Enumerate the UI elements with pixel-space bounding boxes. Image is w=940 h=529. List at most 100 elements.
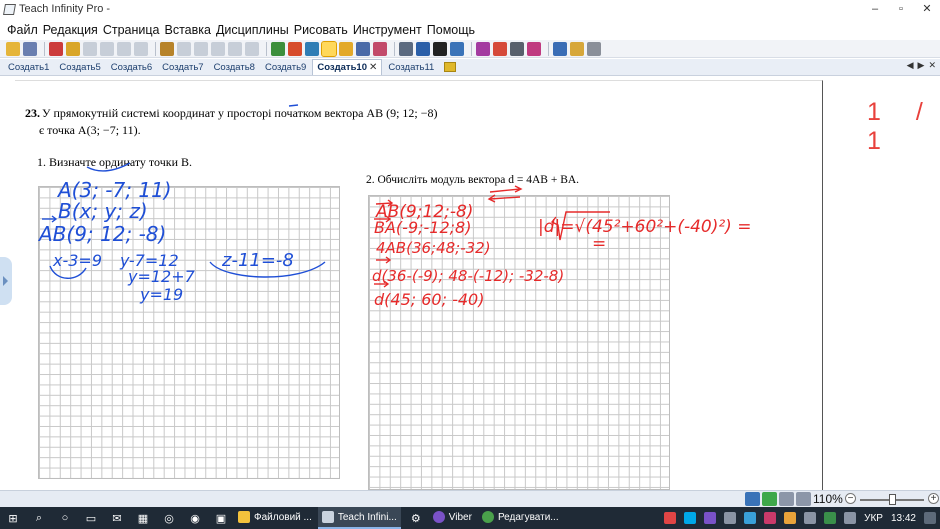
ruler-icon[interactable] xyxy=(510,41,524,56)
chrome-icon[interactable]: ◉ xyxy=(187,510,203,526)
tray-app-icon[interactable] xyxy=(664,512,677,524)
menu-edit[interactable]: Редакция xyxy=(43,23,98,37)
menu-draw[interactable]: Рисовать xyxy=(294,23,348,37)
text-icon[interactable] xyxy=(433,41,447,56)
menu-page[interactable]: Страница xyxy=(103,23,160,37)
tab-create8[interactable]: Создать8 xyxy=(210,60,259,75)
clock[interactable]: 13:42 xyxy=(891,513,916,524)
clone-icon[interactable] xyxy=(245,41,259,56)
taskbar-app-edit[interactable]: Редагувати... xyxy=(478,507,563,529)
window-controls: – ▫ ✕ xyxy=(862,0,940,18)
tab-create7[interactable]: Создать7 xyxy=(158,60,207,75)
tab-create1[interactable]: Создать1 xyxy=(4,60,53,75)
windows-start-icon[interactable]: ⊞ xyxy=(5,510,21,526)
capture-icon[interactable] xyxy=(570,41,584,56)
shape-icon[interactable] xyxy=(399,41,413,56)
tab-create10[interactable]: Создать10 ✕ xyxy=(312,59,383,75)
problem-statement: У прямокутній системі координат у просто… xyxy=(42,106,438,120)
minimize-button[interactable]: – xyxy=(862,0,888,18)
toolbar-separator xyxy=(44,41,45,56)
tab-create6[interactable]: Создать6 xyxy=(107,60,156,75)
teach-infinity-icon xyxy=(321,511,334,523)
copy-page-icon[interactable] xyxy=(100,41,114,56)
close-button[interactable]: ✕ xyxy=(914,0,940,18)
brush-icon[interactable] xyxy=(356,41,370,56)
print-icon[interactable] xyxy=(83,41,97,56)
tab-create10-label: Создать10 xyxy=(317,62,367,73)
select-arrow-icon[interactable] xyxy=(271,41,285,56)
tab-create5[interactable]: Создать5 xyxy=(55,60,104,75)
taskbar-app-explorer[interactable]: Файловий ... xyxy=(234,507,316,529)
paste-icon[interactable] xyxy=(228,41,242,56)
task-view-icon[interactable]: ▭ xyxy=(83,510,99,526)
viber-icon xyxy=(432,511,445,523)
menu-help[interactable]: Помощь xyxy=(427,23,475,37)
flask-icon[interactable] xyxy=(527,41,541,56)
zoom-out-button[interactable]: − xyxy=(845,493,856,504)
settings-icon[interactable] xyxy=(587,41,601,56)
line-icon[interactable] xyxy=(416,41,430,56)
network-icon[interactable] xyxy=(804,512,817,524)
mail-icon[interactable]: ✉ xyxy=(109,510,125,526)
tab-close-all-icon[interactable]: ✕ xyxy=(928,60,936,71)
store-icon[interactable]: ▣ xyxy=(213,510,229,526)
taskbar-app-viber[interactable]: Viber xyxy=(429,507,476,529)
chevron-up-icon[interactable] xyxy=(844,512,857,524)
screen-icon[interactable] xyxy=(553,41,567,56)
tab-next-icon[interactable]: ▶ xyxy=(918,60,925,71)
copy-icon[interactable] xyxy=(211,41,225,56)
hand-icon[interactable] xyxy=(134,41,148,56)
record-icon[interactable] xyxy=(745,492,760,506)
redo-icon[interactable] xyxy=(177,41,191,56)
task-2: 2. Обчисліть модуль вектора d = 4AB + BA… xyxy=(366,174,580,186)
insert-page-icon[interactable] xyxy=(66,41,80,56)
skype-icon[interactable] xyxy=(684,512,697,524)
pen-icon[interactable] xyxy=(321,40,337,57)
magic-pen-icon[interactable] xyxy=(288,41,302,56)
zoom-in-button[interactable]: + xyxy=(928,493,939,504)
status-bar: 110% − + xyxy=(0,490,940,507)
tab-close-icon[interactable]: ✕ xyxy=(369,62,377,73)
spell-icon[interactable] xyxy=(493,41,507,56)
gear-icon[interactable]: ⚙ xyxy=(408,510,424,526)
tab-create11[interactable]: Создать11 xyxy=(384,60,438,75)
edge-icon[interactable]: ◎ xyxy=(161,510,177,526)
tray-app-3-icon[interactable] xyxy=(784,512,797,524)
window-title: Teach Infinity Pro - xyxy=(19,3,111,15)
undo-icon[interactable] xyxy=(160,41,174,56)
notifications-icon[interactable] xyxy=(924,512,936,524)
restore-button[interactable]: ▫ xyxy=(888,0,914,18)
side-panel-toggle[interactable] xyxy=(0,257,12,305)
new-page-icon[interactable] xyxy=(49,41,63,56)
fill-icon[interactable] xyxy=(450,41,464,56)
zoom-slider-thumb[interactable] xyxy=(889,494,896,505)
menu-tools[interactable]: Инструмент xyxy=(353,23,422,37)
viber-tray-icon[interactable] xyxy=(704,512,717,524)
delete-page-icon[interactable] xyxy=(117,41,131,56)
taskbar-app-teach-infinity[interactable]: Teach Infini... xyxy=(317,507,401,529)
formula-icon[interactable] xyxy=(476,41,490,56)
save-icon[interactable] xyxy=(23,41,37,56)
highlighter-icon[interactable] xyxy=(339,41,353,56)
menu-insert[interactable]: Вставка xyxy=(164,23,210,37)
fullscreen-icon[interactable] xyxy=(779,492,794,506)
search-icon[interactable]: ⌕ xyxy=(31,510,47,526)
cortana-icon[interactable]: ○ xyxy=(57,510,73,526)
play-icon[interactable] xyxy=(762,492,777,506)
tab-create9[interactable]: Создать9 xyxy=(261,60,310,75)
battery-icon[interactable] xyxy=(824,512,837,524)
volume-icon[interactable] xyxy=(724,512,737,524)
eraser-icon[interactable] xyxy=(373,41,387,56)
menu-file[interactable]: Файл xyxy=(7,23,38,37)
new-tab-folder-icon[interactable] xyxy=(444,62,457,72)
calculator-icon[interactable]: ▦ xyxy=(135,510,151,526)
telegram-icon[interactable] xyxy=(744,512,757,524)
tab-prev-icon[interactable]: ◀ xyxy=(907,60,914,71)
menu-disciplines[interactable]: Дисциплины xyxy=(216,23,289,37)
tray-app-2-icon[interactable] xyxy=(764,512,777,524)
open-icon[interactable] xyxy=(6,41,20,56)
smart-pen-icon[interactable] xyxy=(305,41,319,56)
fit-page-icon[interactable] xyxy=(796,492,811,506)
cut-icon[interactable] xyxy=(194,41,208,56)
language-indicator[interactable]: УКР xyxy=(864,513,883,524)
